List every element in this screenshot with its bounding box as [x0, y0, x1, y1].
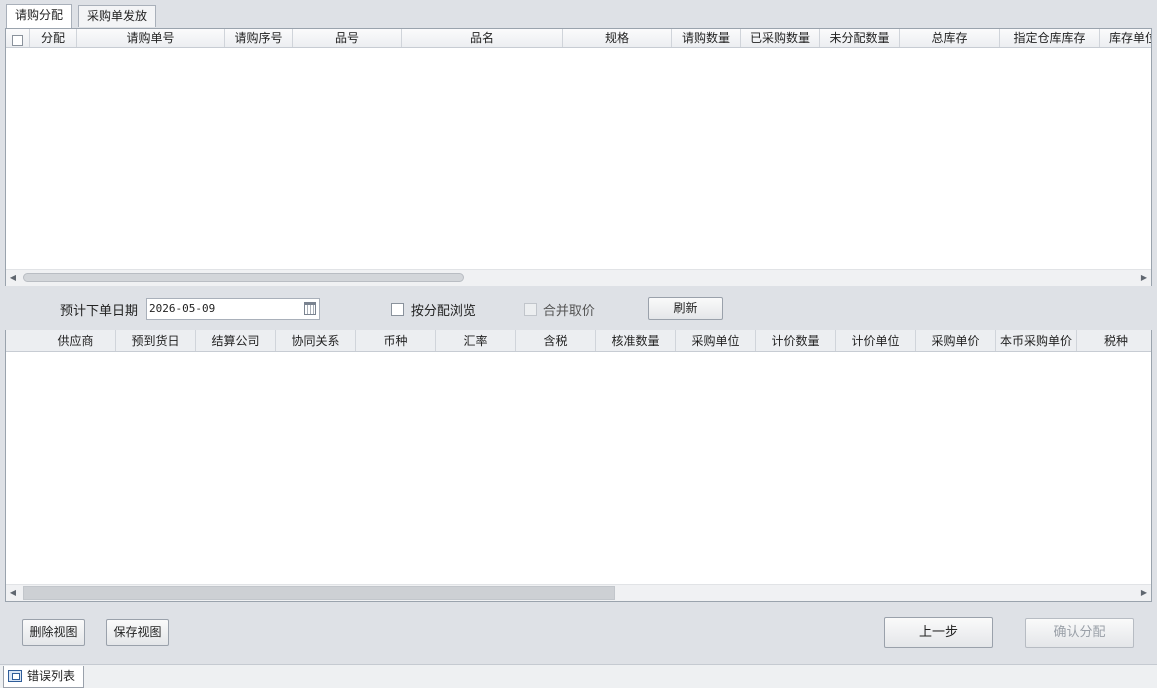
status-bar: 错误列表	[0, 664, 1157, 688]
browse-by-allocation-label: 按分配浏览	[410, 304, 476, 319]
column-header[interactable]: 税种	[1077, 330, 1151, 351]
column-header[interactable]: 供应商	[36, 330, 116, 351]
column-header[interactable]: 分配	[30, 29, 77, 47]
merge-price-option[interactable]: 合并取价	[524, 300, 595, 319]
scroll-right-icon[interactable]: ▶	[1137, 585, 1151, 601]
column-header[interactable]: 品号	[293, 29, 402, 47]
column-header[interactable]: 结算公司	[196, 330, 276, 351]
merge-price-label: 合并取价	[542, 304, 595, 319]
column-header[interactable]: 请购单号	[77, 29, 225, 47]
previous-step-button[interactable]: 上一步	[884, 617, 993, 648]
column-header[interactable]: 币种	[356, 330, 436, 351]
column-header[interactable]: 本币采购单价	[996, 330, 1077, 351]
error-list-label: 错误列表	[27, 669, 76, 683]
column-header[interactable]: 汇率	[436, 330, 516, 351]
column-header[interactable]: 请购数量	[672, 29, 741, 47]
column-header[interactable]: 品名	[402, 29, 563, 47]
column-header[interactable]: 核准数量	[596, 330, 676, 351]
column-header[interactable]: 请购序号	[225, 29, 293, 47]
column-header[interactable]: 预到货日	[116, 330, 196, 351]
date-value: 2026-05-09	[149, 302, 216, 315]
column-header[interactable]: 已采购数量	[741, 29, 820, 47]
column-header[interactable]: 协同关系	[276, 330, 356, 351]
column-header[interactable]: 含税	[516, 330, 596, 351]
horizontal-scrollbar[interactable]: ◀ ▶	[6, 584, 1151, 601]
horizontal-scrollbar[interactable]: ◀ ▶	[6, 269, 1151, 286]
column-header[interactable]: 采购单价	[916, 330, 996, 351]
select-all-checkbox[interactable]	[12, 34, 23, 46]
tab-purchase-order-release[interactable]: 采购单发放	[78, 5, 157, 27]
column-header[interactable]: 未分配数量	[820, 29, 900, 47]
grid-header: 分配 请购单号 请购序号 品号 品名 规格 请购数量 已采购数量 未分配数量 总…	[6, 29, 1151, 48]
scroll-left-icon[interactable]: ◀	[6, 585, 20, 601]
column-header[interactable]: 库存单位	[1100, 29, 1151, 47]
error-list-tab[interactable]: 错误列表	[3, 666, 84, 688]
column-header[interactable]: 规格	[563, 29, 672, 47]
error-list-icon	[8, 670, 22, 682]
confirm-allocation-button[interactable]: 确认分配	[1025, 618, 1134, 648]
tab-purchase-request-allocation[interactable]: 请购分配	[6, 4, 73, 28]
save-view-button[interactable]: 保存视图	[106, 619, 169, 646]
expected-order-date-label: 预计下单日期	[60, 304, 139, 319]
browse-by-allocation-option[interactable]: 按分配浏览	[391, 300, 476, 319]
tab-bar: 请购分配 采购单发放	[0, 0, 1157, 28]
expected-order-date-field[interactable]: 2026-05-09	[146, 298, 320, 320]
column-header[interactable]: 采购单位	[676, 330, 756, 351]
column-header[interactable]: 总库存	[900, 29, 1000, 47]
refresh-button[interactable]: 刷新	[648, 297, 723, 320]
column-header[interactable]: 指定仓库库存	[1000, 29, 1100, 47]
grid-header: 供应商 预到货日 结算公司 协同关系 币种 汇率 含税 核准数量 采购单位 计价…	[6, 330, 1151, 352]
scroll-left-icon[interactable]: ◀	[6, 270, 20, 286]
select-all-cell	[6, 29, 30, 47]
calendar-icon[interactable]	[304, 302, 316, 315]
column-header[interactable]: 计价单位	[836, 330, 916, 351]
delete-view-button[interactable]: 删除视图	[22, 619, 85, 646]
browse-by-allocation-checkbox[interactable]	[391, 303, 404, 316]
purchase-detail-grid: 供应商 预到货日 结算公司 协同关系 币种 汇率 含税 核准数量 采购单位 计价…	[5, 330, 1152, 602]
scrollbar-thumb[interactable]	[23, 586, 615, 600]
merge-price-checkbox[interactable]	[524, 303, 537, 316]
request-allocation-grid: 分配 请购单号 请购序号 品号 品名 规格 请购数量 已采购数量 未分配数量 总…	[5, 28, 1152, 286]
scroll-right-icon[interactable]: ▶	[1137, 270, 1151, 286]
column-header[interactable]: 计价数量	[756, 330, 836, 351]
scrollbar-thumb[interactable]	[23, 273, 464, 282]
